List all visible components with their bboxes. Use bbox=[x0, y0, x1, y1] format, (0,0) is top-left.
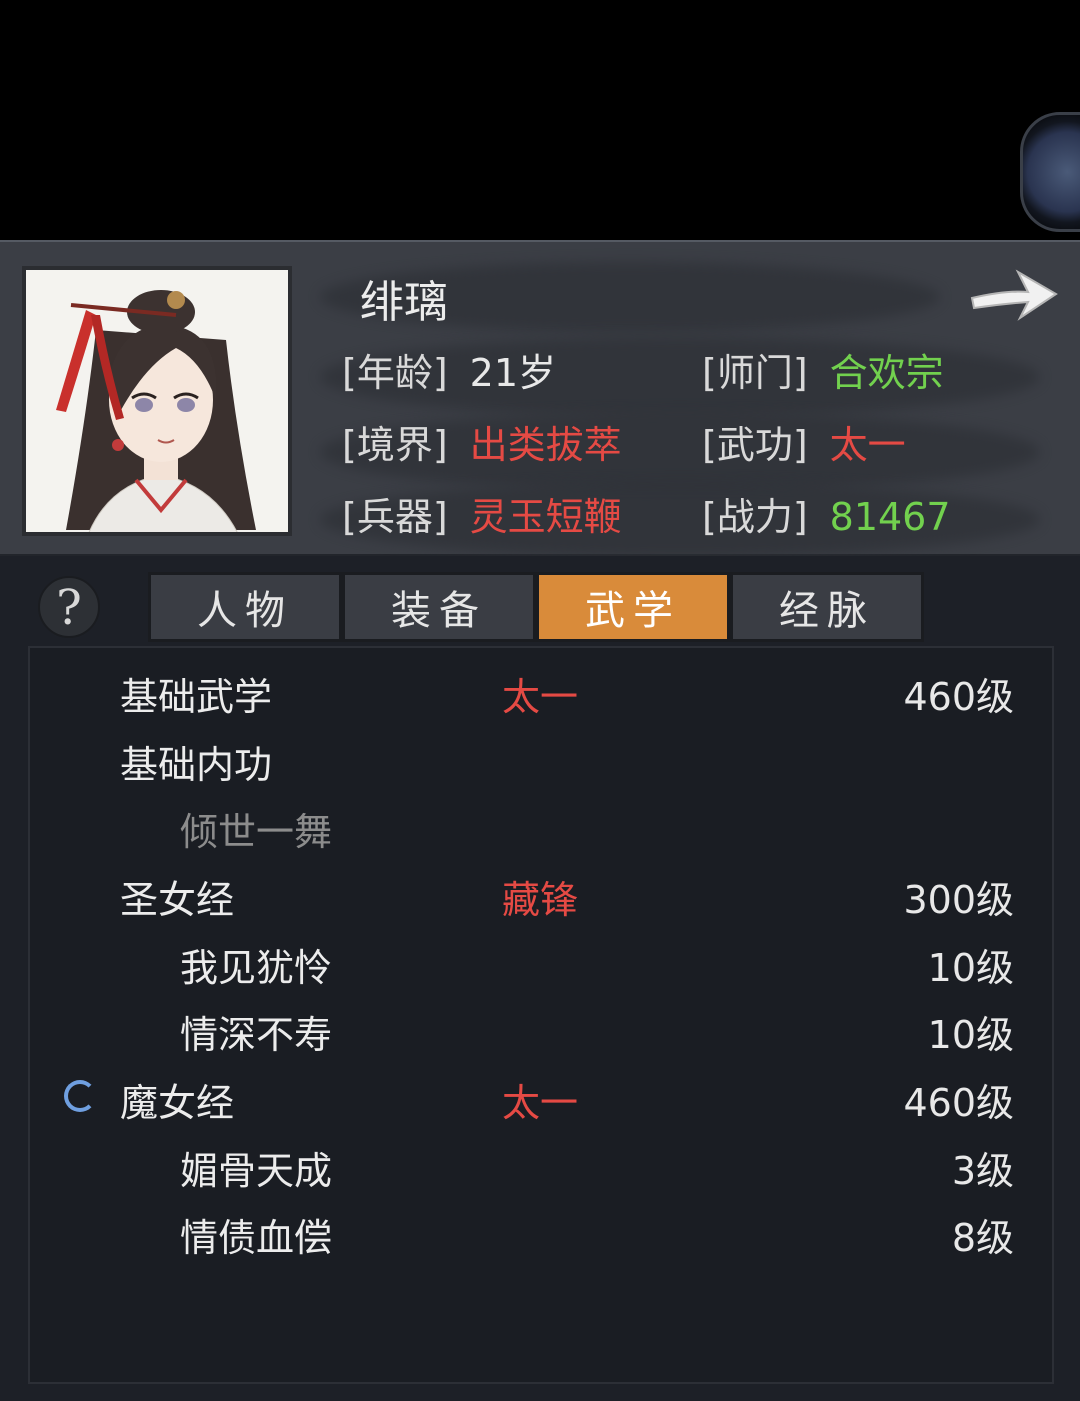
next-arrow-icon[interactable] bbox=[966, 260, 1062, 328]
skill-level: 300级 bbox=[903, 878, 1014, 922]
age-label: [年龄] bbox=[342, 351, 448, 395]
tab-martial-arts[interactable]: 武学 bbox=[536, 572, 730, 642]
skill-level: 460级 bbox=[903, 1081, 1014, 1125]
skill-level: 8级 bbox=[951, 1216, 1014, 1260]
skill-level: 460级 bbox=[903, 675, 1014, 719]
skill-row[interactable]: 情深不寿 10级 bbox=[30, 996, 1052, 1064]
skill-row[interactable]: 魔女经 太一 460级 bbox=[30, 1064, 1052, 1132]
scroll-decoration bbox=[1020, 112, 1080, 232]
skill-name: 情债血偿 bbox=[180, 1216, 333, 1260]
skill-row[interactable]: 我见犹怜 10级 bbox=[30, 929, 1052, 997]
character-header: 绯璃 [年龄] 21岁 [师门] 合欢宗 [境界] 出类拔萃 [武功] 太一 [… bbox=[0, 240, 1080, 557]
weapon-field: [兵器] 灵玉短鞭 bbox=[342, 486, 622, 541]
character-name: 绯璃 bbox=[360, 277, 448, 328]
skill-row[interactable]: 基础武学 太一 460级 bbox=[30, 658, 1052, 726]
weapon-value: 灵玉短鞭 bbox=[469, 495, 622, 539]
skill-name: 基础内功 bbox=[120, 743, 273, 787]
age-field: [年龄] 21岁 bbox=[342, 342, 556, 397]
realm-value: 出类拔萃 bbox=[469, 423, 622, 467]
skill-name: 圣女经 bbox=[120, 878, 235, 922]
martial-field: [武功] 太一 bbox=[702, 414, 906, 469]
sect-label: [师门] bbox=[702, 351, 808, 395]
skill-row[interactable]: 基础内功 bbox=[30, 726, 1052, 794]
skill-row[interactable]: 圣女经 藏锋 300级 bbox=[30, 861, 1052, 929]
power-value: 81467 bbox=[829, 495, 951, 539]
skill-level: 10级 bbox=[927, 1013, 1014, 1057]
skill-list: 基础武学 太一 460级 基础内功 倾世一舞 圣女经 藏锋 300级 我见犹怜 … bbox=[28, 646, 1054, 1384]
martial-value: 太一 bbox=[829, 423, 906, 467]
skill-row[interactable]: 倾世一舞 bbox=[30, 793, 1052, 861]
character-portrait bbox=[22, 266, 292, 536]
active-cultivation-icon bbox=[64, 1080, 96, 1112]
weapon-label: [兵器] bbox=[342, 495, 448, 539]
martial-label: [武功] bbox=[702, 423, 808, 467]
skill-row[interactable]: 媚骨天成 3级 bbox=[30, 1132, 1052, 1200]
realm-label: [境界] bbox=[342, 423, 448, 467]
tab-character[interactable]: 人物 bbox=[148, 572, 342, 642]
skill-name: 魔女经 bbox=[120, 1081, 235, 1125]
skill-tier: 藏锋 bbox=[502, 878, 579, 922]
power-field: [战力] 81467 bbox=[702, 486, 951, 541]
skill-level: 10级 bbox=[927, 946, 1014, 990]
skill-tier: 太一 bbox=[502, 675, 579, 719]
skill-tier: 太一 bbox=[502, 1081, 579, 1125]
tab-bar: 人物 装备 武学 经脉 bbox=[148, 572, 924, 642]
skill-row[interactable]: 情债血偿 8级 bbox=[30, 1199, 1052, 1267]
age-value: 21岁 bbox=[469, 351, 557, 395]
realm-field: [境界] 出类拔萃 bbox=[342, 414, 622, 469]
sect-value: 合欢宗 bbox=[829, 351, 944, 395]
tab-equipment[interactable]: 装备 bbox=[342, 572, 536, 642]
skill-level: 3级 bbox=[951, 1149, 1014, 1193]
skills-panel: ? 人物 装备 武学 经脉 基础武学 太一 460级 基础内功 倾世一舞 圣女经… bbox=[0, 556, 1080, 1401]
sect-field: [师门] 合欢宗 bbox=[702, 342, 944, 397]
skill-name: 基础武学 bbox=[120, 675, 273, 719]
skill-name: 我见犹怜 bbox=[180, 946, 333, 990]
help-button[interactable]: ? bbox=[38, 576, 100, 638]
tab-meridians[interactable]: 经脉 bbox=[730, 572, 924, 642]
skill-name: 情深不寿 bbox=[180, 1013, 333, 1057]
skill-name: 倾世一舞 bbox=[180, 810, 333, 854]
skill-name: 媚骨天成 bbox=[180, 1149, 333, 1193]
power-label: [战力] bbox=[702, 495, 808, 539]
